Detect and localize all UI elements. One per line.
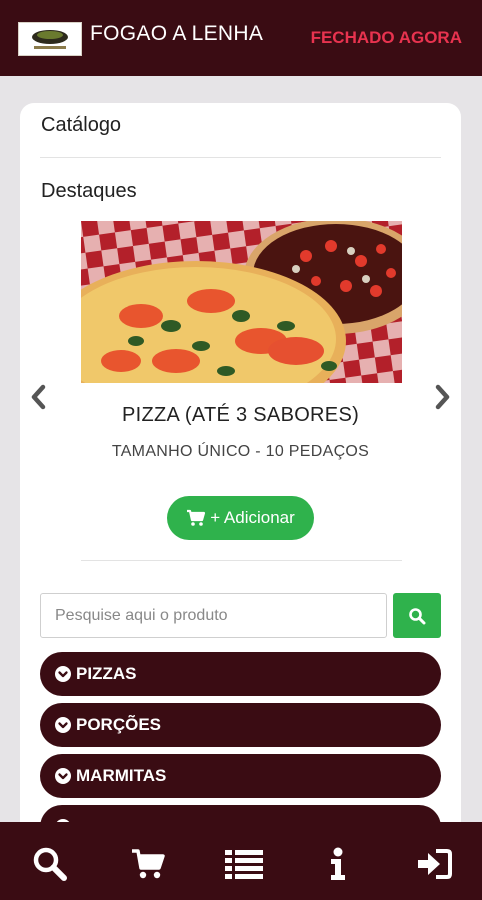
nav-search[interactable] [30, 846, 70, 882]
search-button[interactable] [393, 593, 441, 638]
category-label: MARMITAS [76, 766, 167, 785]
status-badge: FECHADO AGORA [310, 28, 462, 47]
add-to-cart-button[interactable]: + Adicionar [167, 496, 314, 540]
chevron-down-icon [55, 666, 71, 682]
search-input[interactable] [40, 593, 387, 638]
category-pizzas[interactable]: PIZZAS [40, 652, 441, 696]
nav-list[interactable] [224, 846, 264, 882]
catalog-card: Catálogo Destaques PIZZA (ATÉ 3 SABORES)… [20, 103, 461, 863]
chevron-down-icon [55, 717, 71, 733]
category-marmitas[interactable]: MARMITAS [40, 754, 441, 798]
divider [81, 560, 402, 561]
featured-title: Destaques [41, 180, 137, 202]
info-icon [331, 847, 345, 880]
category-label: PORÇÕES [76, 715, 162, 734]
app-title: FOGAO A LENHA [90, 22, 264, 45]
nav-login[interactable] [414, 846, 454, 882]
divider [40, 157, 441, 158]
nav-info[interactable] [318, 846, 358, 882]
bottom-nav [0, 822, 482, 900]
featured-product-size: TAMANHO ÚNICO - 10 PEDAÇOS [111, 443, 370, 460]
logo-image-icon [32, 30, 68, 49]
catalog-title: Catálogo [41, 114, 122, 136]
login-icon [418, 849, 452, 879]
app-header: FOGAO A LENHA FECHADO AGORA [0, 0, 482, 76]
cart-icon [132, 849, 165, 879]
nav-cart[interactable] [128, 846, 168, 882]
chevron-down-icon [55, 768, 71, 784]
add-button-label: + Adicionar [210, 508, 295, 527]
featured-product-name: PIZZA (ATÉ 3 SABORES) [121, 404, 360, 426]
search-icon [33, 847, 67, 881]
cart-icon [187, 509, 206, 526]
category-label: PIZZAS [76, 664, 137, 683]
pizza-photo-icon [81, 221, 402, 383]
featured-product-image[interactable] [81, 221, 402, 383]
category-porcoes[interactable]: PORÇÕES [40, 703, 441, 747]
restaurant-logo [18, 22, 82, 56]
list-icon [225, 850, 263, 879]
search-icon [409, 607, 426, 624]
